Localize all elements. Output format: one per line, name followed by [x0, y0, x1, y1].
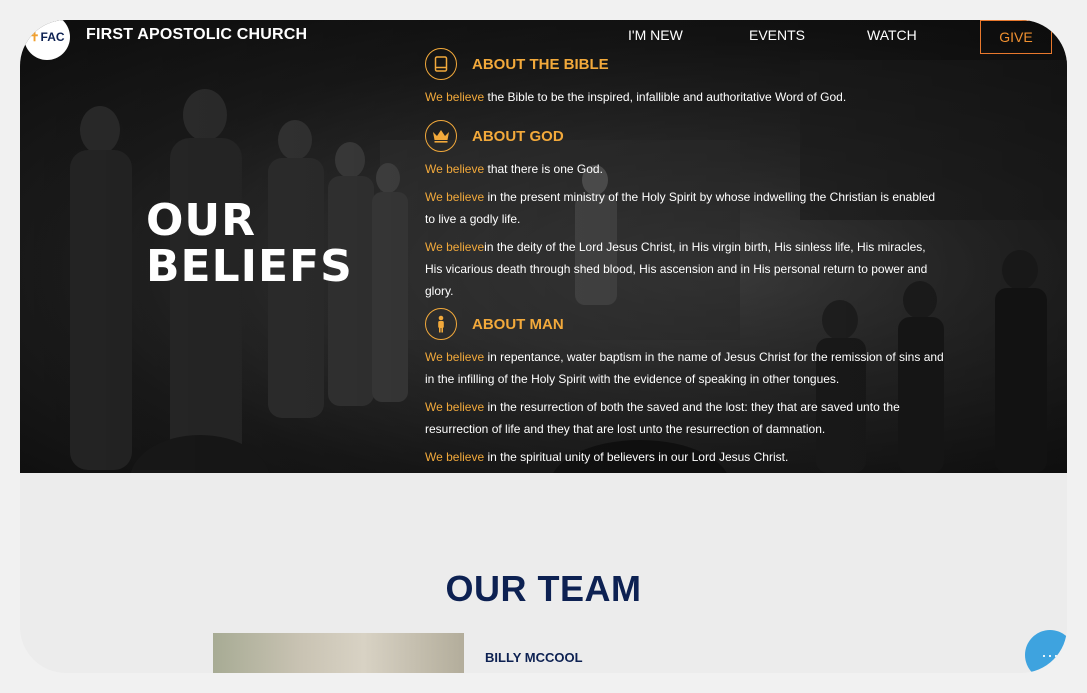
- crown-icon: [425, 120, 457, 152]
- belief-item: We believe in the present ministry of th…: [425, 190, 936, 226]
- belief-item: We believe in the resurrection of both t…: [425, 400, 900, 436]
- brand-name[interactable]: FIRST APOSTOLIC CHURCH: [86, 26, 307, 44]
- logo-text: FAC: [40, 30, 65, 44]
- section-title-bible: ABOUT THE BIBLE: [472, 55, 609, 73]
- section-header-bible: ABOUT THE BIBLE: [425, 48, 945, 80]
- team-member-name[interactable]: BILLY MCCOOL: [485, 650, 583, 665]
- section-header-man: ABOUT MAN: [425, 308, 945, 340]
- beliefs-hero: ✝ FAC FIRST APOSTOLIC CHURCH I'M NEW EVE…: [20, 20, 1067, 473]
- chat-bubble-icon: ···: [1041, 644, 1059, 665]
- give-button[interactable]: GIVE: [980, 20, 1052, 54]
- team-member-photo: [213, 633, 464, 673]
- nav-im-new[interactable]: I'M NEW: [628, 27, 683, 43]
- chat-button[interactable]: ···: [1025, 630, 1067, 673]
- belief-item: We believein the deity of the Lord Jesus…: [425, 240, 928, 298]
- cross-icon: ✝: [29, 30, 40, 44]
- section-title-man: ABOUT MAN: [472, 315, 564, 333]
- page: ✝ FAC FIRST APOSTOLIC CHURCH I'M NEW EVE…: [20, 20, 1067, 673]
- team-heading: OUR TEAM: [445, 568, 642, 609]
- nav-events[interactable]: EVENTS: [749, 27, 805, 43]
- book-icon: [425, 48, 457, 80]
- section-title-god: ABOUT GOD: [472, 127, 564, 145]
- section-header-god: ABOUT GOD: [425, 120, 945, 152]
- title-line-2: BELIEFS: [146, 241, 353, 292]
- title-line-1: OUR: [146, 195, 257, 246]
- nav-watch[interactable]: WATCH: [867, 27, 917, 43]
- person-icon: [425, 308, 457, 340]
- beliefs-content: ABOUT THE BIBLE We believe the Bible to …: [425, 48, 945, 473]
- belief-item: We believe that there is one God.: [425, 162, 603, 176]
- belief-item: We believe in the spiritual unity of bel…: [425, 450, 789, 464]
- page-title: OUR BELIEFS: [146, 198, 353, 290]
- belief-item: We believe the Bible to be the inspired,…: [425, 90, 847, 104]
- belief-item: We believe in repentance, water baptism …: [425, 350, 944, 386]
